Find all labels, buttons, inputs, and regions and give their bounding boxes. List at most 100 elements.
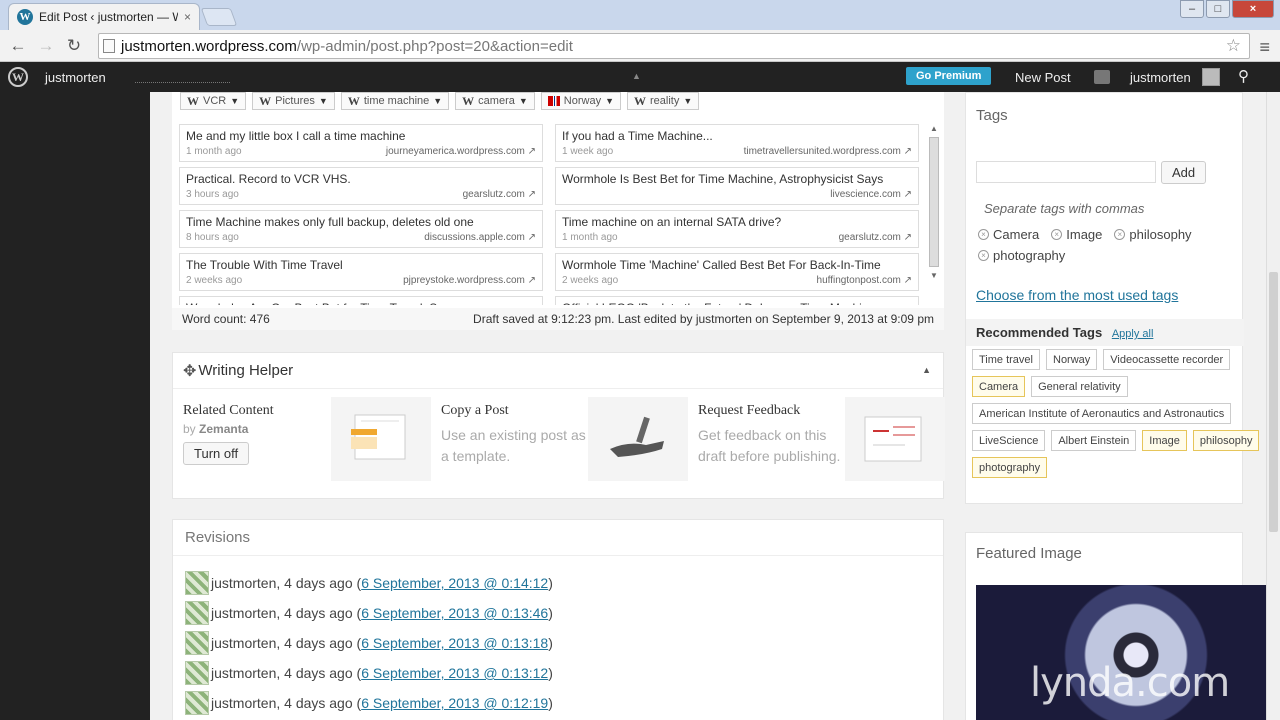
zemanta-tag-chip[interactable]: Wcamera ▼ (455, 92, 535, 110)
recommended-tag[interactable]: LiveScience (972, 430, 1046, 451)
recommended-tag[interactable]: Norway (1046, 349, 1098, 370)
wordpress-logo-icon[interactable]: W (8, 67, 28, 87)
copy-post-option[interactable]: Copy a Post Use an existing post as a te… (331, 397, 587, 481)
admin-bar-divider (135, 82, 230, 83)
recommended-tag[interactable]: photography (972, 457, 1048, 478)
forward-arrow-icon[interactable]: → (32, 36, 60, 56)
featured-image-title[interactable]: Featured Image (976, 545, 1082, 562)
dropdown-caret-icon[interactable]: ▼ (605, 96, 614, 106)
browser-tab-bar: W Edit Post ‹ justmorten — W × – □ × (0, 0, 1280, 30)
current-tag: × philosophy (1114, 227, 1192, 242)
related-article-card[interactable]: Wormholes Are Our Best Bet for Time Trav… (179, 296, 543, 305)
close-window-button[interactable]: × (1232, 0, 1274, 18)
zemanta-tag-chip[interactable]: Wtime machine ▼ (340, 92, 450, 110)
related-article-card[interactable]: Wormhole Is Best Bet for Time Machine, A… (555, 167, 919, 205)
back-arrow-icon[interactable]: ← (4, 36, 32, 56)
related-article-card[interactable]: Me and my little box I call a time machi… (179, 124, 543, 162)
go-premium-button[interactable]: Go Premium (906, 67, 992, 85)
post-status-bar: Word count: 476 Draft saved at 9:12:23 p… (172, 308, 944, 330)
browser-tab[interactable]: W Edit Post ‹ justmorten — W × (8, 3, 200, 30)
revision-link[interactable]: 6 September, 2013 @ 0:13:18 (361, 635, 548, 651)
wikipedia-icon: W (347, 93, 360, 108)
page-scrollbar-thumb[interactable] (1269, 272, 1278, 532)
related-article-card[interactable]: Time machine on an internal SATA drive? 1… (555, 210, 919, 248)
maximize-button[interactable]: □ (1206, 0, 1230, 18)
add-tag-button[interactable]: Add (1161, 161, 1207, 184)
recommended-tag[interactable]: Camera (972, 376, 1026, 397)
browser-toolbar: ← → ↻ justmorten.wordpress.com/wp-admin/… (0, 30, 1280, 62)
choose-most-used-tags-link[interactable]: Choose from the most used tags (976, 287, 1178, 303)
address-bar[interactable]: justmorten.wordpress.com/wp-admin/post.p… (98, 33, 1250, 59)
remove-tag-icon[interactable]: × (978, 250, 989, 261)
article-age: 8 hours ago (186, 232, 239, 243)
turn-off-button[interactable]: Turn off (183, 442, 250, 465)
writing-helper-header[interactable]: ✥ Writing Helper (173, 353, 943, 389)
request-feedback-option[interactable]: Request Feedback Get feedback on this dr… (588, 397, 844, 481)
zemanta-tag-chip[interactable]: Wreality ▼ (627, 92, 700, 110)
recommended-tag[interactable]: Time travel (972, 349, 1040, 370)
dropdown-caret-icon[interactable]: ▼ (519, 96, 528, 106)
collapse-arrow-icon[interactable]: ▲ (922, 365, 931, 375)
revision-author: justmorten, 4 days ago ( (211, 695, 362, 711)
article-title: Me and my little box I call a time machi… (186, 129, 406, 143)
related-article-card[interactable]: Official LEGO 'Back to the Future' DeLor… (555, 296, 919, 305)
article-meta: 3 hours ago gearslutz.com ↗ (186, 189, 536, 200)
revision-link[interactable]: 6 September, 2013 @ 0:13:46 (361, 605, 548, 621)
scroll-down-icon[interactable]: ▼ (928, 271, 940, 280)
zemanta-tag-chip[interactable]: W VCR ▼ (180, 92, 247, 110)
revision-item: justmorten, 4 days ago (6 September, 201… (185, 628, 943, 658)
scrollbar-thumb[interactable] (929, 137, 939, 267)
related-articles-panel: W VCR ▼ W Pictures ▼ Wtime machine ▼ Wcamera ▼ Nor… (172, 92, 944, 330)
recommended-tag[interactable]: Videocassette recorder (1103, 349, 1231, 370)
recommended-tag[interactable]: Image (1142, 430, 1187, 451)
browser-menu-icon[interactable]: ≡ (1259, 37, 1270, 58)
draft-saved-status: Draft saved at 9:12:23 pm. Last edited b… (473, 312, 934, 326)
avatar[interactable] (1202, 68, 1220, 86)
apply-all-link[interactable]: Apply all (1112, 328, 1154, 340)
user-menu-link[interactable]: justmorten (1130, 70, 1191, 85)
remove-tag-icon[interactable]: × (1114, 229, 1126, 240)
tags-title[interactable]: Tags (976, 107, 1008, 124)
article-meta: 2 weeks ago pjpreystoke.wordpress.com ↗ (186, 275, 536, 286)
scroll-up-icon[interactable]: ▲ (928, 124, 940, 133)
zemanta-brand[interactable]: Zemanta (199, 422, 248, 436)
recommended-tags-list: Time travel Norway Videocassette recorder C… (972, 349, 1272, 478)
remove-tag-icon[interactable]: × (1051, 229, 1063, 240)
recommended-tag[interactable]: philosophy (1192, 430, 1260, 451)
dropdown-caret-icon[interactable]: ▼ (230, 96, 239, 106)
dropdown-caret-icon[interactable]: ▼ (683, 96, 692, 106)
zemanta-tag-chip[interactable]: W Pictures ▼ (252, 92, 335, 110)
related-article-card[interactable]: Practical. Record to VCR VHS. 3 hours ago… (179, 167, 543, 205)
recommended-tag[interactable]: General relativity (1031, 376, 1128, 397)
related-article-card[interactable]: If you had a Time Machine... 1 week ago ti… (555, 124, 919, 162)
remove-tag-icon[interactable]: × (978, 229, 989, 240)
bookmark-star-icon[interactable]: ☆ (1226, 36, 1241, 56)
article-title: Wormhole Is Best Bet for Time Machine, A… (562, 172, 884, 186)
page-scrollbar[interactable] (1266, 92, 1280, 720)
recommended-tag[interactable]: American Institute of Aeronautics and As… (972, 403, 1232, 424)
revision-link[interactable]: 6 September, 2013 @ 0:14:12 (361, 575, 548, 591)
articles-scrollbar[interactable]: ▲ ▼ (928, 124, 940, 302)
site-name-link[interactable]: justmorten (45, 70, 106, 85)
new-post-link[interactable]: New Post (1015, 70, 1071, 85)
new-tab-button[interactable] (200, 8, 238, 26)
revision-link[interactable]: 6 September, 2013 @ 0:13:12 (361, 665, 548, 681)
related-article-card[interactable]: Time Machine makes only full backup, del… (179, 210, 543, 248)
caret-up-icon[interactable]: ▲ (632, 71, 641, 81)
new-tag-input[interactable] (976, 161, 1156, 183)
related-article-card[interactable]: Wormhole Time 'Machine' Called Best Bet … (555, 253, 919, 291)
dropdown-caret-icon[interactable]: ▼ (433, 96, 442, 106)
close-tab-icon[interactable]: × (184, 10, 191, 24)
related-article-card[interactable]: The Trouble With Time Travel 2 weeks ago p… (179, 253, 543, 291)
tag-chip-label: VCR (203, 95, 227, 107)
revisions-title[interactable]: Revisions (173, 520, 943, 556)
dropdown-caret-icon[interactable]: ▼ (319, 96, 328, 106)
zemanta-tag-chip[interactable]: Norway ▼ (540, 92, 621, 110)
recommended-tag[interactable]: Albert Einstein (1051, 430, 1137, 451)
reload-icon[interactable]: ↻ (60, 36, 88, 56)
recommended-tags-header: Recommended Tags Apply all (966, 319, 1244, 346)
notifications-icon[interactable] (1094, 70, 1110, 84)
minimize-button[interactable]: – (1180, 0, 1204, 18)
revision-link[interactable]: 6 September, 2013 @ 0:12:19 (361, 695, 548, 711)
search-icon[interactable]: ⚲ (1238, 67, 1249, 85)
